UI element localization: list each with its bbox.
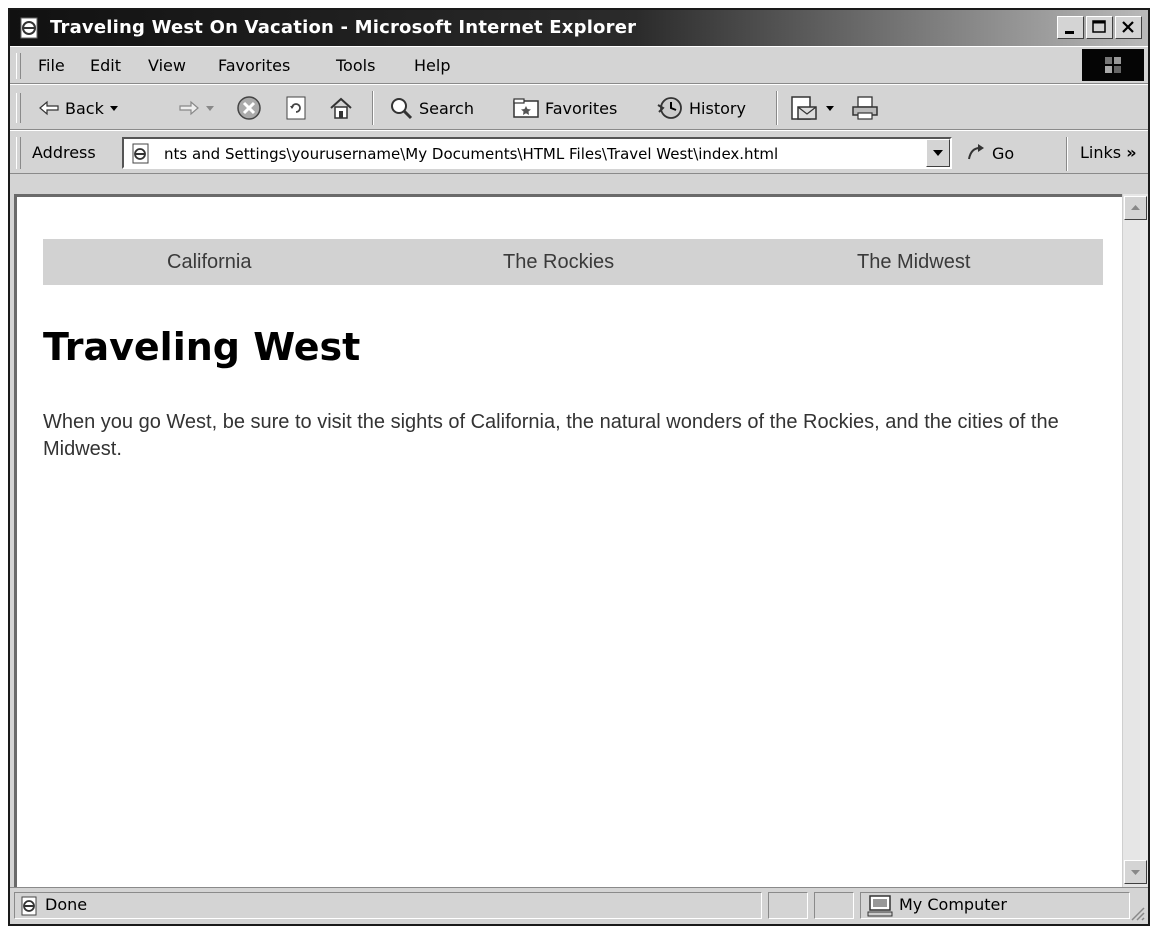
forward-button[interactable] xyxy=(178,93,215,123)
standard-toolbar: Back Search Favorites History xyxy=(10,84,1148,130)
stop-icon xyxy=(237,96,261,120)
address-dropdown-button[interactable] xyxy=(926,139,950,167)
minimize-button[interactable] xyxy=(1057,16,1084,39)
chevron-down-icon xyxy=(109,106,118,111)
vertical-scrollbar[interactable] xyxy=(1122,194,1148,888)
toolbar-separator xyxy=(776,91,778,125)
history-icon xyxy=(657,97,682,119)
toolbar-separator xyxy=(372,91,374,125)
menu-grip[interactable] xyxy=(16,53,21,79)
nav-link-midwest[interactable]: The Midwest xyxy=(857,251,970,274)
links-button[interactable]: Links » xyxy=(1080,143,1137,162)
address-grip[interactable] xyxy=(16,137,21,169)
stop-button[interactable] xyxy=(236,93,262,123)
favorites-button[interactable]: Favorites xyxy=(512,93,617,123)
status-pane-progress xyxy=(768,892,808,919)
menu-view[interactable]: View xyxy=(148,56,186,75)
page-paragraph: When you go West, be sure to visit the s… xyxy=(43,411,1059,460)
links-label: Links xyxy=(1080,143,1122,162)
status-text: Done xyxy=(45,895,88,914)
menu-favorites[interactable]: Favorites xyxy=(218,56,290,75)
toolbar-separator xyxy=(1066,137,1068,171)
page-heading: Traveling West xyxy=(43,325,361,369)
title-bar[interactable]: Traveling West On Vacation - Microsoft I… xyxy=(10,10,1148,46)
refresh-button[interactable] xyxy=(284,93,308,123)
favorites-icon xyxy=(513,98,539,118)
nav-link-california[interactable]: California xyxy=(167,251,251,274)
mail-button[interactable] xyxy=(790,93,835,123)
status-pane-main: Done xyxy=(14,892,762,919)
home-button[interactable] xyxy=(328,93,354,123)
go-label: Go xyxy=(992,143,1015,163)
window-controls xyxy=(1057,16,1142,39)
back-button[interactable]: Back xyxy=(38,93,119,123)
address-input[interactable]: nts and Settings\yourusername\My Documen… xyxy=(122,137,952,169)
print-button[interactable] xyxy=(850,93,880,123)
status-pane-zone: My Computer xyxy=(860,892,1130,919)
computer-icon xyxy=(867,895,893,917)
scroll-up-icon xyxy=(1131,205,1140,210)
back-arrow-icon xyxy=(39,100,59,116)
windows-logo-throbber xyxy=(1082,49,1144,81)
ie-page-icon xyxy=(20,17,38,39)
page-icon xyxy=(132,143,149,164)
back-label: Back xyxy=(65,98,104,118)
browser-window: Traveling West On Vacation - Microsoft I… xyxy=(8,8,1150,926)
menu-edit[interactable]: Edit xyxy=(90,56,121,75)
chevron-down-icon xyxy=(206,106,214,111)
favorites-label: Favorites xyxy=(545,98,618,118)
scroll-up-button[interactable] xyxy=(1124,196,1147,220)
maximize-icon xyxy=(1092,20,1106,33)
search-label: Search xyxy=(419,98,474,118)
address-label: Address xyxy=(32,143,96,162)
status-bar: Done My Computer xyxy=(10,887,1148,924)
search-button[interactable]: Search xyxy=(388,93,474,123)
address-value: nts and Settings\yourusername\My Documen… xyxy=(164,145,779,163)
print-icon xyxy=(852,96,878,120)
address-bar: Address nts and Settings\yourusername\My… xyxy=(10,130,1148,174)
scroll-down-icon xyxy=(1131,870,1140,875)
minimize-icon xyxy=(1065,31,1074,34)
home-icon xyxy=(330,97,352,119)
maximize-button[interactable] xyxy=(1086,16,1113,39)
chevron-right-double-icon: » xyxy=(1126,143,1137,162)
forward-arrow-icon xyxy=(179,100,199,116)
search-icon xyxy=(391,98,413,120)
go-arrow-icon xyxy=(968,144,984,160)
close-icon xyxy=(1122,21,1134,33)
window-title: Traveling West On Vacation - Microsoft I… xyxy=(50,17,637,38)
scroll-down-button[interactable] xyxy=(1124,860,1147,884)
status-pane-security xyxy=(814,892,854,919)
go-button[interactable]: Go xyxy=(966,139,1014,167)
menu-file[interactable]: File xyxy=(38,56,65,75)
menu-help[interactable]: Help xyxy=(414,56,450,75)
page-viewport[interactable]: California The Rockies The Midwest Trave… xyxy=(14,194,1122,888)
menu-tools[interactable]: Tools xyxy=(336,56,375,75)
windows-logo-icon xyxy=(1105,57,1121,73)
zone-text: My Computer xyxy=(899,895,1007,914)
refresh-icon xyxy=(286,96,306,120)
menu-bar: File Edit View Favorites Tools Help xyxy=(10,46,1148,84)
history-label: History xyxy=(689,98,746,118)
chevron-down-icon xyxy=(826,106,834,111)
nav-link-rockies[interactable]: The Rockies xyxy=(503,251,614,274)
page-done-icon xyxy=(21,896,37,916)
toolbar-grip[interactable] xyxy=(16,93,21,123)
resize-grip-icon[interactable] xyxy=(1128,904,1146,922)
close-button[interactable] xyxy=(1115,16,1142,39)
chevron-down-icon xyxy=(933,150,943,156)
site-nav: California The Rockies The Midwest xyxy=(43,239,1103,285)
history-button[interactable]: History xyxy=(656,93,746,123)
mail-icon xyxy=(791,96,817,120)
